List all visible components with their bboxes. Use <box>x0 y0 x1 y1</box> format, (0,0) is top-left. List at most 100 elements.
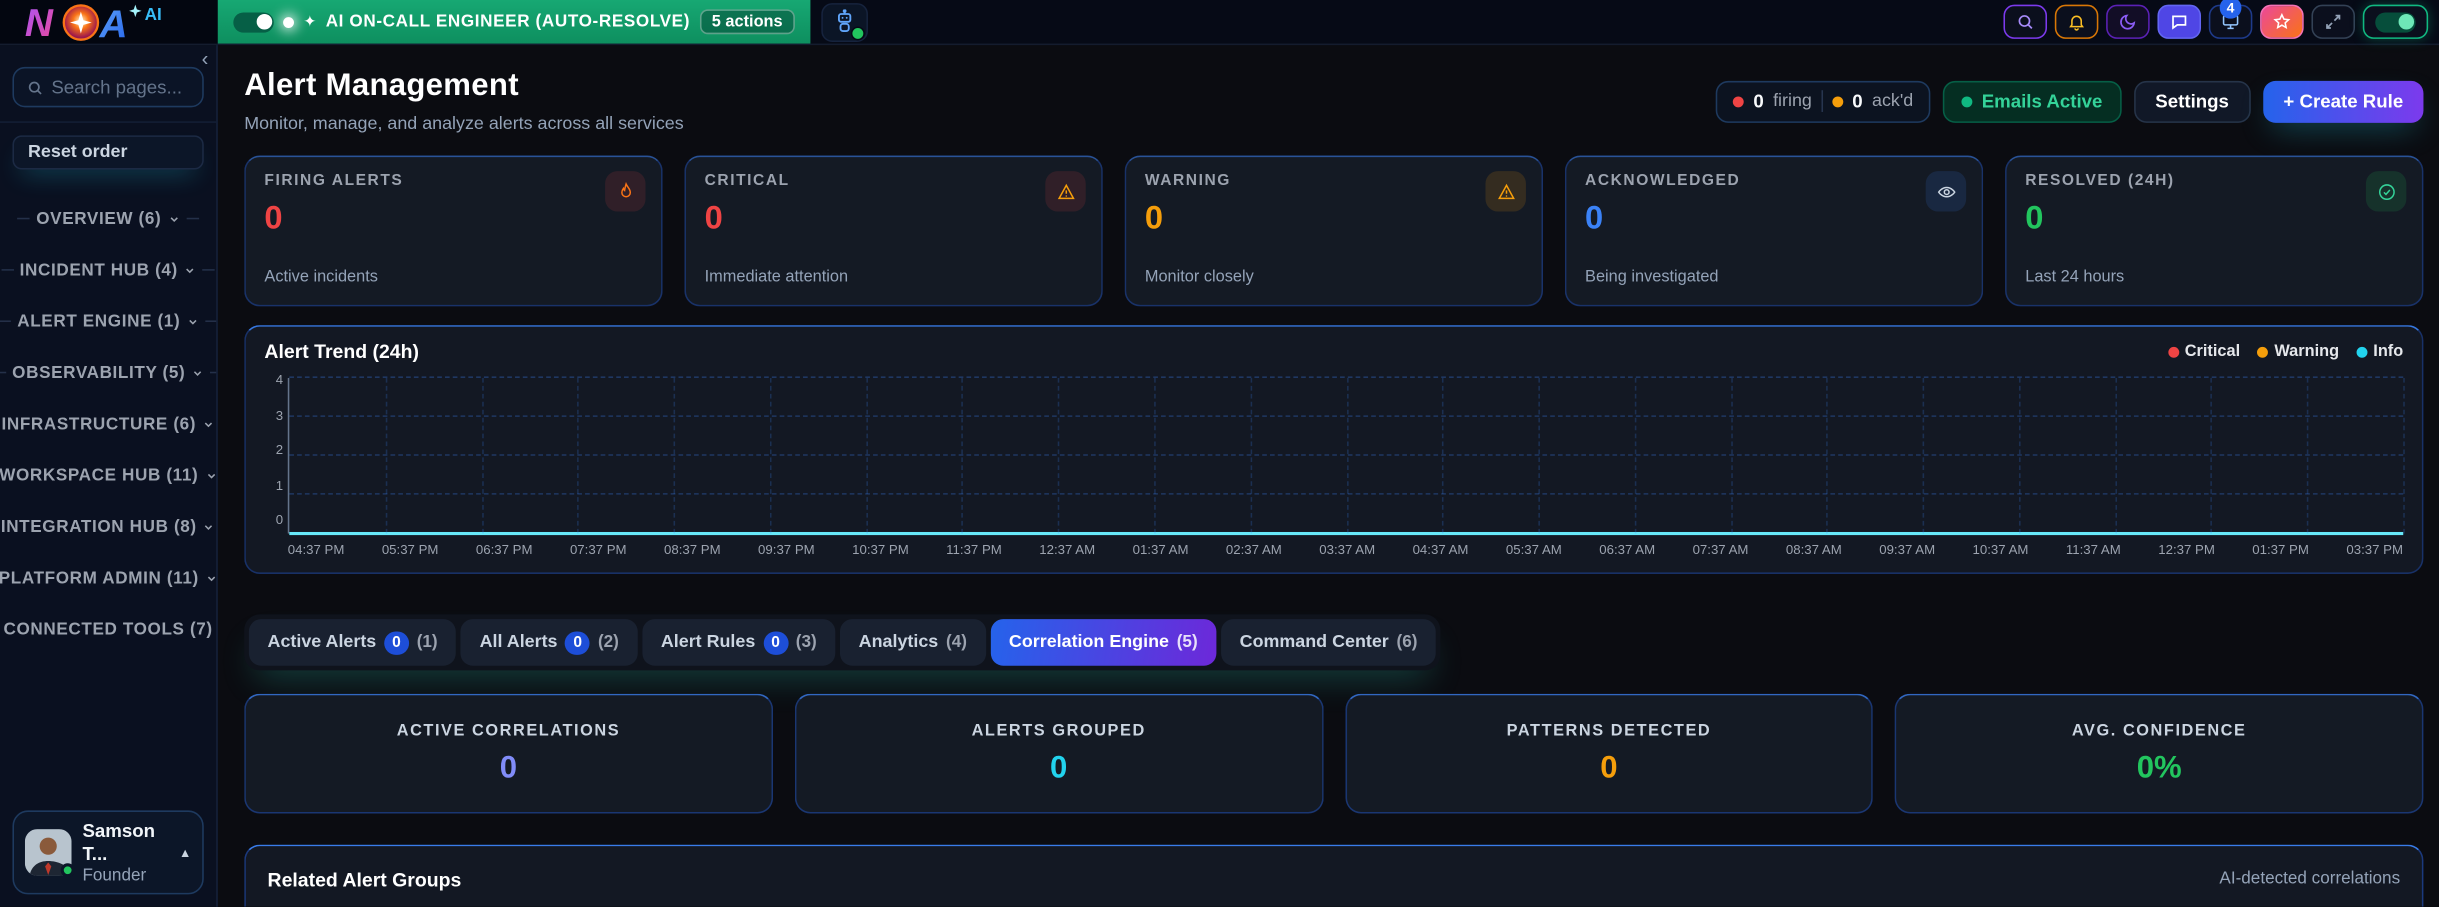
sidebar-search[interactable] <box>12 67 203 107</box>
favorites-button[interactable] <box>2260 5 2304 39</box>
chevron-down-icon <box>192 366 204 378</box>
chevron-down-icon <box>168 212 180 224</box>
eye-icon <box>1926 171 1966 211</box>
corr-label: ALERTS GROUPED <box>972 721 1146 740</box>
sidebar-collapse-button[interactable]: ‹ <box>202 47 209 70</box>
sidebar-item-connected-tools[interactable]: CONNECTED TOOLS (7) <box>0 604 216 655</box>
acked-count: 0 <box>1852 90 1862 112</box>
ai-assistant-robot-button[interactable] <box>822 2 869 41</box>
reset-order-button[interactable]: Reset order <box>12 135 203 169</box>
search-button[interactable] <box>2003 5 2047 39</box>
chevron-down-icon <box>184 264 196 276</box>
legend-label: Critical <box>2185 342 2240 361</box>
stat-caption: Being investigated <box>1585 268 1963 290</box>
chart-x-labels: 04:37 PM05:37 PM06:37 PM07:37 PM08:37 PM… <box>288 541 2403 557</box>
topbar-icon-cluster: 4 <box>2003 0 2428 44</box>
sidebar-divider <box>0 121 216 123</box>
emails-label: Emails Active <box>1982 90 2103 112</box>
nav-label: PLATFORM ADMIN (11) <box>0 569 199 588</box>
search-input[interactable] <box>51 76 189 98</box>
chart-header: Alert Trend (24h) Critical Warning Info <box>264 341 2403 363</box>
search-icon <box>2016 12 2035 31</box>
app-logo[interactable]: N A AI <box>0 0 218 44</box>
alert-triangle-icon <box>1045 171 1085 211</box>
tab-command-center[interactable]: Command Center (6) <box>1221 619 1436 666</box>
sidebar-item-integration-hub[interactable]: INTEGRATION HUB (8) <box>0 501 216 552</box>
card-alerts-grouped: ALERTS GROUPED 0 <box>794 694 1322 814</box>
tab-analytics[interactable]: Analytics(4) <box>840 619 986 666</box>
legend-label: Info <box>2373 342 2403 361</box>
user-menu[interactable]: Samson T... Founder ▲ <box>12 811 203 895</box>
sidebar-item-workspace-hub[interactable]: WORKSPACE HUB (11) <box>0 450 216 501</box>
tab-alert-rules[interactable]: Alert Rules0(3) <box>642 619 835 666</box>
emails-active-badge[interactable]: Emails Active <box>1943 80 2121 122</box>
tab-badge: 0 <box>763 631 788 654</box>
tab-label: Active Alerts <box>268 633 377 652</box>
sidebar-item-incident-hub[interactable]: INCIDENT HUB (4) <box>0 244 216 295</box>
sidebar-item-overview[interactable]: OVERVIEW (6) <box>0 193 216 244</box>
ai-oncall-toggle[interactable] <box>233 12 273 32</box>
global-toggle[interactable] <box>2363 5 2428 39</box>
stat-card-resolved: RESOLVED (24H) 0 Last 24 hours <box>2005 156 2423 307</box>
svg-text:AI: AI <box>145 4 162 23</box>
page-title: Alert Management <box>244 68 683 104</box>
alert-status-pill: 0 firing 0 ack'd <box>1716 80 1930 122</box>
stat-value: 0 <box>1145 201 1523 238</box>
sidebar-item-platform-admin[interactable]: PLATFORM ADMIN (11) <box>0 552 216 603</box>
moon-icon <box>2119 12 2138 31</box>
chevron-down-icon <box>205 469 217 481</box>
dark-mode-button[interactable] <box>2106 5 2150 39</box>
toggle-knob <box>256 14 272 30</box>
expand-icon <box>2324 12 2343 31</box>
sparkle-icon: ✦ <box>303 13 316 30</box>
legend-dot-icon <box>2168 346 2179 357</box>
tab-count: (3) <box>796 633 817 652</box>
app-root: N A AI ✦ AI ON-CALL ENGINEER (AUTO-RESOL… <box>0 0 2439 907</box>
nav-label: ALERT ENGINE (1) <box>17 312 180 331</box>
card-patterns-detected: PATTERNS DETECTED 0 <box>1345 694 1873 814</box>
corr-value: 0 <box>1050 751 1067 787</box>
nav-label: INTEGRATION HUB (8) <box>1 517 197 536</box>
chart-body: 43210 <box>264 378 2403 534</box>
pill-divider <box>1821 90 1823 112</box>
avatar <box>25 829 72 876</box>
tabbar: Active Alerts0(1) All Alerts0(2) Alert R… <box>244 614 1441 670</box>
tab-count: (6) <box>1397 633 1418 652</box>
topbar: N A AI ✦ AI ON-CALL ENGINEER (AUTO-RESOL… <box>0 0 2439 45</box>
correlation-cards-row: ACTIVE CORRELATIONS 0 ALERTS GROUPED 0 P… <box>244 694 2423 814</box>
tab-correlation-engine[interactable]: Correlation Engine(5) <box>990 619 1216 666</box>
corr-value: 0 <box>1600 751 1617 787</box>
actions-count-badge[interactable]: 5 actions <box>699 9 795 34</box>
bell-icon <box>2067 12 2086 31</box>
sidebar-item-alert-engine[interactable]: ALERT ENGINE (1) <box>0 296 216 347</box>
stat-label: CRITICAL <box>705 173 1083 190</box>
sidebar-item-observability[interactable]: OBSERVABILITY (5) <box>0 347 216 398</box>
stat-card-acknowledged: ACKNOWLEDGED 0 Being investigated <box>1565 156 1983 307</box>
tab-label: Analytics <box>859 633 939 652</box>
stat-value: 0 <box>264 201 642 238</box>
fullscreen-button[interactable] <box>2311 5 2355 39</box>
noa-ai-logo-icon: N A AI <box>22 1 196 43</box>
online-status-dot <box>61 864 75 878</box>
user-role: Founder <box>82 867 168 886</box>
stat-card-warning: WARNING 0 Monitor closely <box>1125 156 1543 307</box>
devices-button[interactable]: 4 <box>2209 5 2253 39</box>
tab-label: Command Center <box>1240 633 1389 652</box>
legend-warning: Warning <box>2257 342 2339 361</box>
tab-active-alerts[interactable]: Active Alerts0(1) <box>249 619 456 666</box>
sidebar-item-infrastructure[interactable]: INFRASTRUCTURE (6) <box>0 398 216 449</box>
stat-label: RESOLVED (24H) <box>2025 173 2403 190</box>
create-rule-button[interactable]: + Create Rule <box>2263 80 2423 122</box>
tab-all-alerts[interactable]: All Alerts0(2) <box>461 619 638 666</box>
chat-button[interactable] <box>2157 5 2201 39</box>
status-glow-dot <box>283 16 294 27</box>
settings-button[interactable]: Settings <box>2134 80 2251 122</box>
stat-value: 0 <box>705 201 1083 238</box>
nav-label: WORKSPACE HUB (11) <box>0 466 198 485</box>
corr-label: ACTIVE CORRELATIONS <box>397 721 620 740</box>
ai-oncall-banner: ✦ AI ON-CALL ENGINEER (AUTO-RESOLVE) 5 a… <box>218 0 811 44</box>
ai-banner-label: AI ON-CALL ENGINEER (AUTO-RESOLVE) <box>326 12 690 31</box>
legend-dot-icon <box>2257 346 2268 357</box>
notifications-button[interactable] <box>2055 5 2099 39</box>
tab-badge: 0 <box>565 631 590 654</box>
